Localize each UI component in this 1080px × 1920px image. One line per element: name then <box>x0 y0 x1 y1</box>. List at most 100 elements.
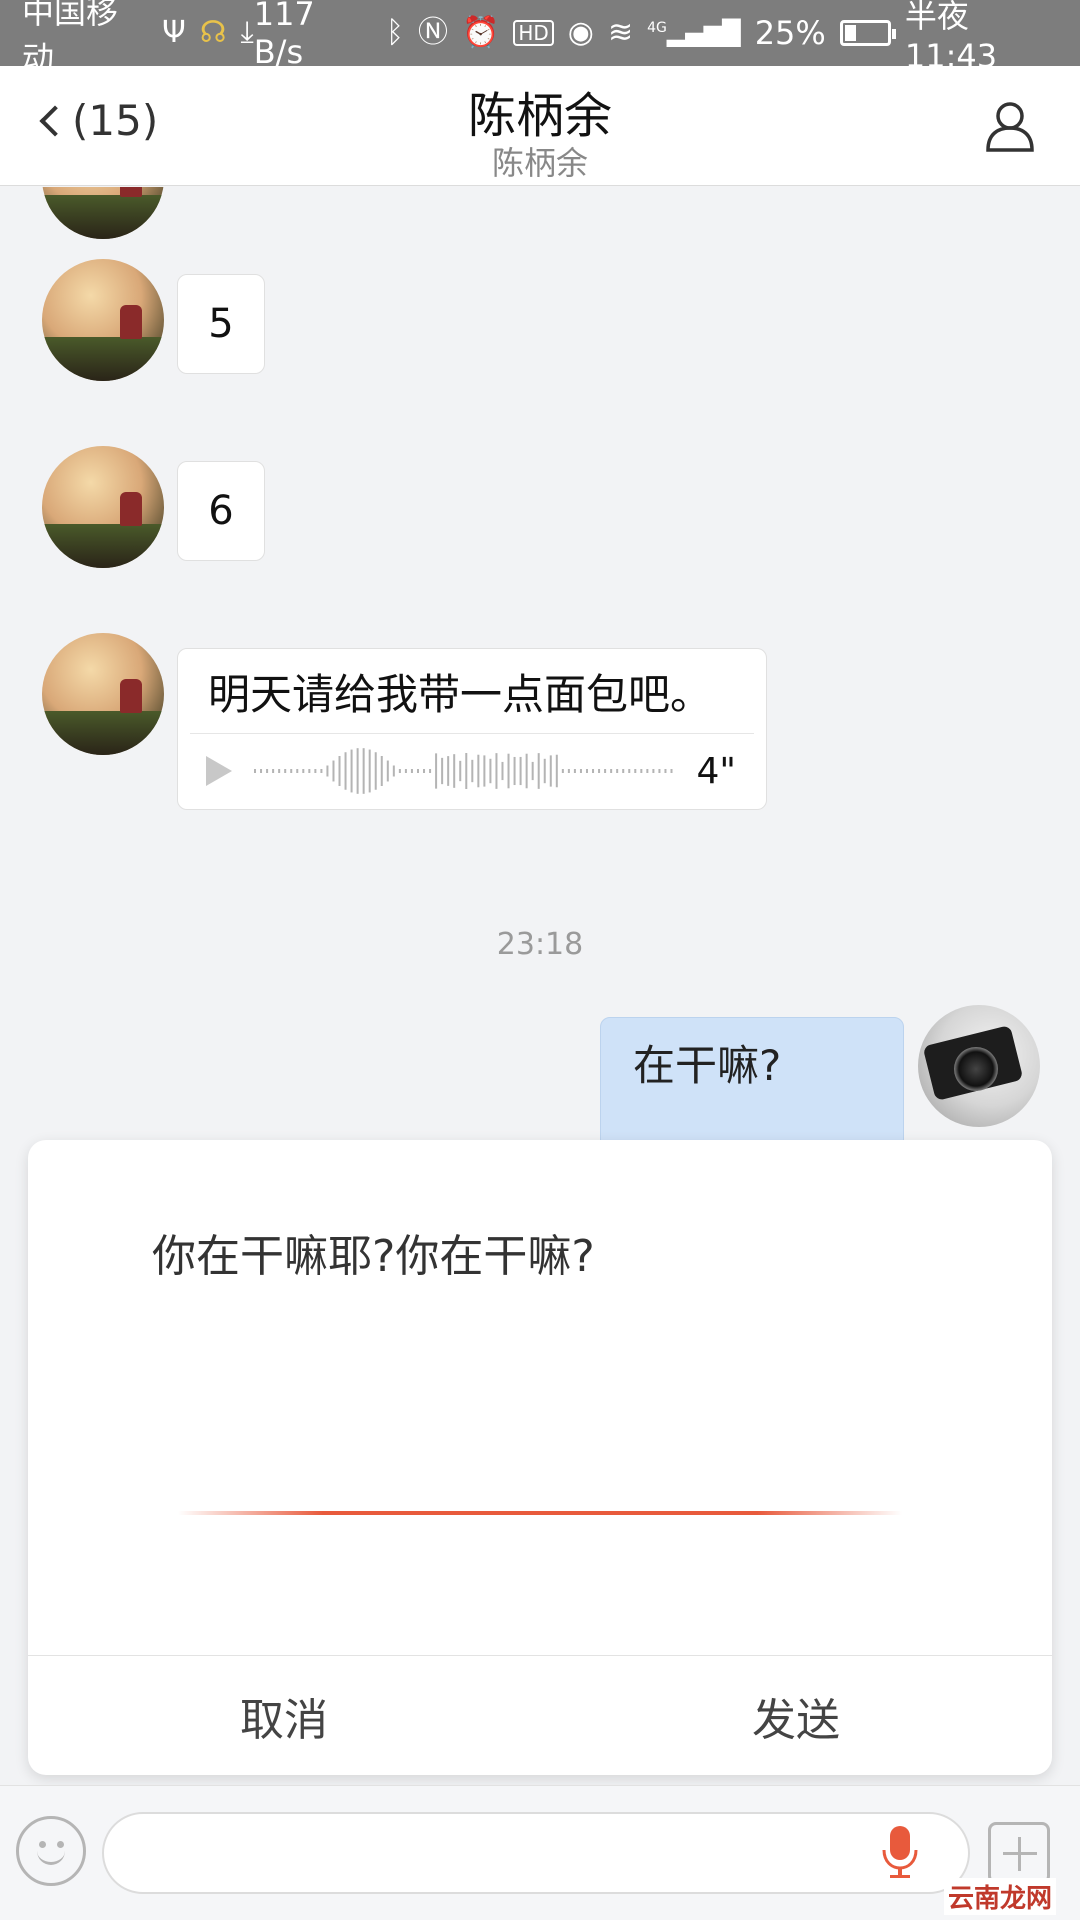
waveform-bar <box>392 765 395 777</box>
send-button[interactable]: 发送 <box>540 1658 1052 1774</box>
waveform-bar <box>585 769 589 773</box>
chat-subtitle: 陈柄余 <box>491 144 588 182</box>
waveform-bar <box>592 769 595 773</box>
waveform-bar <box>272 769 275 773</box>
waveform-bar <box>501 761 504 781</box>
waveform-bar <box>254 769 257 773</box>
chat-header: (15) 陈柄余 陈柄余 <box>0 66 1080 186</box>
waveform-bar <box>260 769 263 773</box>
message-bubble[interactable]: 6 <box>177 461 265 561</box>
waveform-bar <box>404 769 407 773</box>
contact-avatar[interactable] <box>42 259 164 381</box>
waveform-bar <box>652 769 655 773</box>
waveform-bar <box>489 758 492 784</box>
input-bar <box>0 1785 1080 1920</box>
battery-icon <box>839 20 896 46</box>
waveform-bar <box>410 769 413 773</box>
waveform-bar <box>386 760 389 782</box>
listening-indicator <box>178 1511 902 1515</box>
waveform-bar <box>483 755 486 787</box>
waveform-bar <box>308 769 311 773</box>
waveform-bar <box>640 769 643 773</box>
voice-transcript: 在干嘛? <box>633 1041 782 1090</box>
watermark-logo: 云南龙网 <box>944 1878 1057 1915</box>
waveform-bar <box>543 758 546 784</box>
message-list[interactable]: 5 6 明天请给我带一点面包吧。 4" 23:18 在干嘛? <box>0 187 1080 1140</box>
waveform-bar <box>616 769 619 773</box>
divider <box>28 1655 1052 1656</box>
waveform-bar <box>344 752 347 790</box>
waveform-bar <box>374 752 377 790</box>
waveform-bar <box>604 769 607 773</box>
waveform-bar <box>453 754 456 788</box>
waveform-bar <box>398 769 401 773</box>
waveform-bar <box>658 769 661 773</box>
network-type: 4G <box>647 20 667 36</box>
waveform-bar <box>447 756 450 786</box>
microphone-icon[interactable] <box>880 1824 920 1880</box>
waveform-bar <box>531 761 534 781</box>
waveform-bar <box>314 769 317 773</box>
message-bubble[interactable]: 5 <box>177 274 265 374</box>
battery-percent: 25% <box>754 14 826 52</box>
waveform-bar <box>332 760 335 782</box>
waveform-bar <box>350 749 353 793</box>
voice-recognition-dialog: 你在干嘛耶?你在干嘛? 取消 发送 <box>28 1140 1052 1775</box>
waveform-bar <box>429 769 432 773</box>
wifi-icon: ≋ <box>607 15 634 50</box>
waveform-bar <box>477 754 480 788</box>
voice-transcript: 明天请给我带一点面包吧。 <box>208 670 713 719</box>
waveform-bar <box>670 769 673 773</box>
waveform-bar <box>519 756 522 786</box>
waveform-bar <box>579 769 582 773</box>
waveform-bar <box>290 769 293 773</box>
waveform-bar <box>507 753 510 789</box>
cancel-button[interactable]: 取消 <box>28 1658 540 1774</box>
waveform <box>254 748 673 794</box>
waveform-bar <box>561 769 564 773</box>
status-bar: 中国移动 Ψ ☊ ⤓ 117 B/s ᛒ Ⓝ ⏰ HD ◉ ≋ 4G▂▄▆█ 2… <box>0 0 1080 77</box>
profile-icon[interactable] <box>984 100 1036 152</box>
message-text: 6 <box>208 488 234 534</box>
chat-title: 陈柄余 <box>467 88 612 144</box>
waveform-bar <box>555 754 558 788</box>
waveform-bar <box>278 769 281 773</box>
contact-avatar[interactable] <box>42 633 164 755</box>
waveform-bar <box>459 760 462 782</box>
waveform-bar <box>513 756 516 786</box>
message-text: 5 <box>208 301 234 347</box>
timestamp: 23:18 <box>496 927 584 962</box>
waveform-bar <box>549 755 552 787</box>
headset-icon: ☊ <box>199 15 227 50</box>
waveform-bar <box>537 753 540 789</box>
waveform-bar <box>525 753 528 789</box>
waveform-bar <box>302 769 305 773</box>
waveform-bar <box>471 759 474 783</box>
play-icon[interactable] <box>206 756 232 786</box>
waveform-bar <box>646 769 649 773</box>
my-voice-message-bubble[interactable]: 在干嘛? <box>600 1017 904 1140</box>
waveform-bar <box>634 769 637 773</box>
hd-icon: HD <box>513 20 554 46</box>
nfc-icon: Ⓝ <box>417 15 448 50</box>
my-avatar[interactable] <box>918 1005 1040 1127</box>
waveform-bar <box>664 769 667 773</box>
voice-message-bubble[interactable]: 明天请给我带一点面包吧。 4" <box>177 648 767 810</box>
add-attachment-button[interactable] <box>988 1822 1050 1884</box>
contact-avatar[interactable] <box>42 446 164 568</box>
emoji-icon[interactable] <box>16 1816 86 1886</box>
waveform-bar <box>610 769 613 773</box>
divider <box>190 733 754 734</box>
waveform-bar <box>465 753 468 789</box>
network-speed: 117 B/s <box>253 0 315 71</box>
waveform-bar <box>296 769 299 773</box>
waveform-bar <box>423 769 426 773</box>
waveform-bar <box>435 753 438 789</box>
contact-avatar[interactable] <box>42 187 164 239</box>
message-input[interactable] <box>102 1812 970 1894</box>
waveform-bar <box>326 765 329 777</box>
waveform-bar <box>368 749 371 793</box>
battery-fill <box>844 25 856 41</box>
waveform-bar <box>628 769 631 773</box>
download-icon: ⤓ <box>240 15 254 50</box>
